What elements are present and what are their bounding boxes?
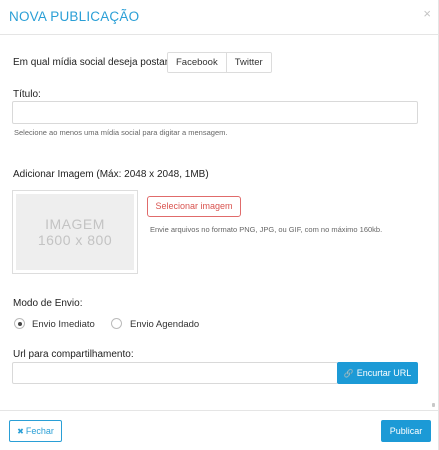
close-button-label: Fechar (25, 426, 54, 436)
add-image-label: Adicionar Imagem (Máx: 2048 x 2048, 1MB) (13, 169, 209, 180)
scheduled-label: Envio Agendado (130, 319, 200, 330)
image-hint: Envie arquivos no formato PNG, JPG, ou G… (150, 225, 383, 234)
new-publication-modal: NOVA PUBLICAÇÃO × Em qual mídia social d… (0, 0, 439, 450)
modal-header: NOVA PUBLICAÇÃO × (0, 0, 439, 35)
social-question-label: Em qual mídia social deseja postar? (13, 57, 174, 68)
close-icon[interactable]: × (423, 7, 431, 20)
select-image-button[interactable]: Selecionar imagem (147, 196, 241, 217)
twitter-button[interactable]: Twitter (225, 53, 271, 72)
facebook-button[interactable]: Facebook (168, 53, 226, 72)
immediate-label: Envio Imediato (32, 319, 95, 330)
title-hint: Selecione ao menos uma mídia social para… (14, 128, 228, 137)
scroll-indicator (432, 403, 435, 407)
close-button[interactable]: ✖ Fechar (9, 420, 62, 442)
immediate-radio[interactable] (14, 318, 25, 329)
image-placeholder-text: IMAGEM (45, 216, 105, 232)
image-preview: IMAGEM 1600 x 800 (12, 190, 138, 274)
publish-button[interactable]: Publicar (381, 420, 431, 442)
x-icon: ✖ (17, 427, 24, 436)
link-icon: 🔗 (343, 369, 354, 378)
send-mode-label: Modo de Envio: (13, 298, 83, 309)
modal-title: NOVA PUBLICAÇÃO (9, 9, 140, 24)
image-placeholder-size: 1600 x 800 (37, 232, 113, 248)
social-media-selector: Facebook Twitter (167, 52, 272, 73)
shorten-url-button[interactable]: 🔗 Encurtar URL (337, 362, 418, 384)
title-label: Título: (13, 89, 41, 100)
share-url-input[interactable] (12, 362, 338, 384)
scheduled-radio[interactable] (111, 318, 122, 329)
share-url-label: Url para compartilhamento: (13, 349, 134, 360)
footer-divider (0, 410, 439, 411)
shorten-url-label: Encurtar URL (356, 368, 412, 378)
title-input[interactable] (12, 101, 418, 124)
image-placeholder: IMAGEM 1600 x 800 (16, 194, 134, 270)
